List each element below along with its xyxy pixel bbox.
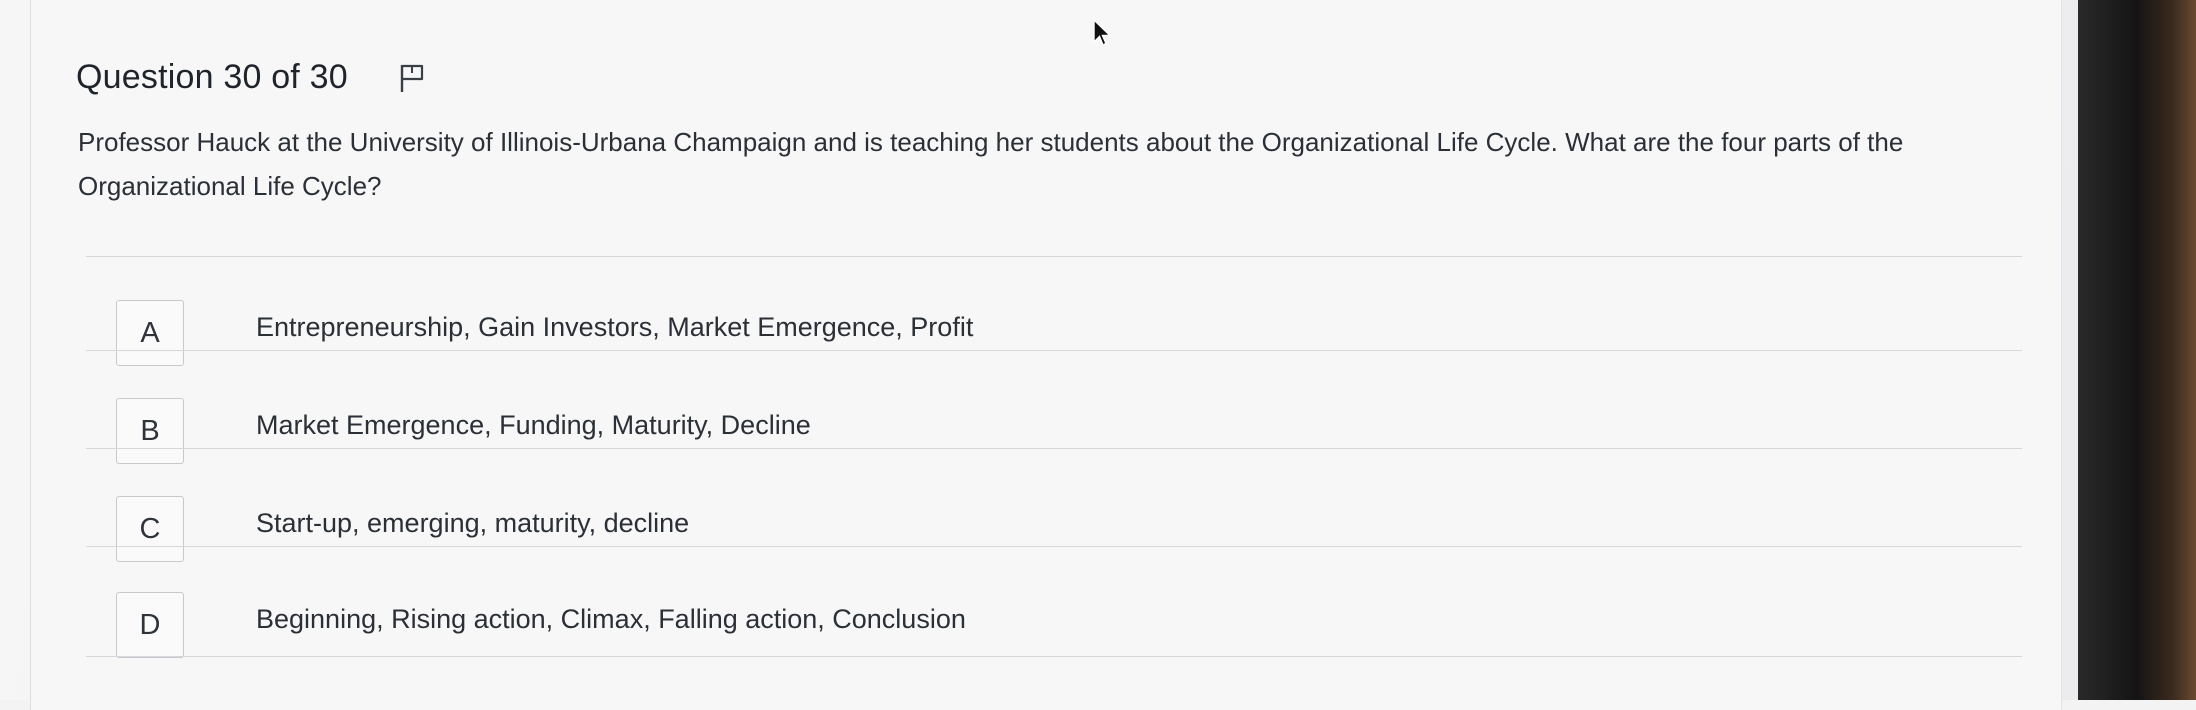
divider	[86, 656, 2022, 657]
option-text-b: Market Emergence, Funding, Maturity, Dec…	[256, 410, 811, 440]
flag-question-button[interactable]	[396, 61, 428, 95]
answer-option-b[interactable]: B Market Emergence, Funding, Maturity, D…	[86, 390, 2022, 484]
monitor-bezel	[2078, 0, 2196, 700]
divider	[86, 350, 2022, 351]
option-letter-a: A	[116, 300, 184, 366]
option-letter-b: B	[116, 398, 184, 464]
option-text-d: Beginning, Rising action, Climax, Fallin…	[256, 604, 966, 634]
divider	[86, 256, 2022, 257]
option-text-c: Start-up, emerging, maturity, decline	[256, 508, 690, 538]
answer-option-c[interactable]: C Start-up, emerging, maturity, decline	[86, 488, 2022, 582]
divider	[86, 546, 2022, 547]
option-letter-d: D	[116, 592, 184, 658]
question-text: Professor Hauck at the University of Ill…	[78, 127, 1904, 201]
answer-option-a[interactable]: A Entrepreneurship, Gain Investors, Mark…	[86, 292, 2022, 386]
option-letter-c: C	[116, 496, 184, 562]
divider	[86, 448, 2022, 449]
mouse-cursor-icon	[1093, 18, 1112, 46]
option-text-a: Entrepreneurship, Gain Investors, Market…	[256, 312, 974, 342]
question-counter: Question 30 of 30	[76, 58, 348, 96]
flag-icon	[400, 64, 423, 92]
question-header: Question 30 of 30	[76, 58, 428, 97]
answer-option-d[interactable]: D Beginning, Rising action, Climax, Fall…	[86, 584, 2022, 678]
